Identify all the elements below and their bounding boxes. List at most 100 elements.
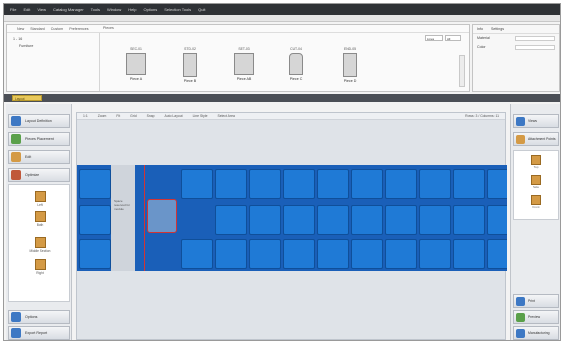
menu-edit[interactable]: Edit xyxy=(23,7,30,12)
grid-module[interactable] xyxy=(487,205,507,235)
module-item[interactable]: Right xyxy=(33,259,47,275)
menu-options[interactable]: Options xyxy=(143,7,157,12)
layout-canvas[interactable]: 1:1 Zoom Fit Grid Snap Auto Layout Line … xyxy=(76,112,507,340)
grid-module[interactable] xyxy=(249,169,281,199)
grid-module[interactable] xyxy=(487,169,507,199)
menu-file[interactable]: File xyxy=(10,7,16,12)
button-label: Export Report xyxy=(25,331,48,335)
tree-node[interactable]: Furniture xyxy=(13,44,93,48)
auto-layout-button[interactable]: Auto Layout xyxy=(165,114,183,118)
grid-module[interactable] xyxy=(453,169,485,199)
scope-dropdown[interactable]: All xyxy=(445,35,461,41)
grid-module[interactable] xyxy=(317,205,349,235)
grid-module[interactable] xyxy=(453,205,485,235)
property-field[interactable] xyxy=(515,36,555,41)
grid-module[interactable] xyxy=(283,169,315,199)
grid-module[interactable] xyxy=(215,239,247,269)
attachment-icon xyxy=(516,134,525,144)
zoom-button[interactable]: Zoom xyxy=(98,114,107,118)
menu-selection-tools[interactable]: Selection Tools xyxy=(164,7,191,12)
piece-thumbnail-icon xyxy=(126,53,146,75)
grid-module[interactable] xyxy=(453,239,485,269)
tab-info[interactable]: Info xyxy=(477,27,483,31)
grid-module[interactable] xyxy=(487,239,507,269)
active-section-tab[interactable]: Layout xyxy=(12,95,42,101)
catalog-scrollbar[interactable] xyxy=(459,55,465,87)
grid-module[interactable] xyxy=(283,239,315,269)
tab-standard[interactable]: Standard xyxy=(30,27,45,31)
select-area-button[interactable]: Select Area xyxy=(218,114,235,118)
menu-view[interactable]: View xyxy=(37,7,46,12)
grid-module[interactable] xyxy=(215,205,247,235)
tree-node[interactable]: 1 - 16 xyxy=(13,37,93,41)
grid-module[interactable] xyxy=(351,169,383,199)
view-item[interactable]: Top xyxy=(528,155,544,169)
tab-custom[interactable]: Custom xyxy=(51,27,63,31)
catalog-piece[interactable]: CUT-04 Piece C xyxy=(279,47,313,91)
piece-code: CUT-04 xyxy=(290,47,302,51)
preview-button[interactable]: Preview xyxy=(513,310,559,324)
line-style-button[interactable]: Line Style xyxy=(193,114,208,118)
selected-module[interactable] xyxy=(147,199,177,233)
button-label: Print xyxy=(528,299,535,303)
grid-module[interactable] xyxy=(215,169,247,199)
catalog-piece[interactable]: END-05 Piece D xyxy=(333,47,367,91)
grid-module[interactable] xyxy=(385,169,417,199)
optimize-button[interactable]: Optimize xyxy=(8,168,70,182)
grid-module[interactable] xyxy=(351,239,383,269)
catalog-piece[interactable]: SET-03 Piece AB xyxy=(227,47,261,91)
piece-name: Piece D xyxy=(343,79,357,83)
grid-module[interactable] xyxy=(385,239,417,269)
seating-grid[interactable]: Space reserved for module xyxy=(77,165,507,271)
module-item[interactable]: Left xyxy=(33,191,47,207)
menu-quit[interactable]: Quit xyxy=(198,7,205,12)
grid-module[interactable] xyxy=(79,239,111,269)
grid-module[interactable] xyxy=(79,205,111,235)
catalog-piece[interactable]: SEC-01 Piece A xyxy=(119,47,153,91)
module-item[interactable]: Middle Section xyxy=(25,237,55,253)
grid-module[interactable] xyxy=(79,169,111,199)
fit-button[interactable]: Fit xyxy=(116,114,120,118)
attachment-points-button[interactable]: Attachment Points xyxy=(513,132,559,146)
menu-help[interactable]: Help xyxy=(128,7,136,12)
grid-module[interactable] xyxy=(419,169,451,199)
tab-preferences[interactable]: Preferences xyxy=(69,27,88,31)
grid-module[interactable] xyxy=(249,205,281,235)
module-item[interactable]: Both xyxy=(33,211,47,227)
grid-module[interactable] xyxy=(283,205,315,235)
layout-definition-button[interactable]: Layout Definition xyxy=(8,114,70,128)
tab-settings[interactable]: Settings xyxy=(491,27,504,31)
grid-toggle[interactable]: Grid xyxy=(130,114,136,118)
grid-module[interactable] xyxy=(181,239,213,269)
tab-new[interactable]: New xyxy=(17,27,24,31)
grid-module[interactable] xyxy=(419,205,451,235)
menu-tools[interactable]: Tools xyxy=(91,7,100,12)
catalog-piece[interactable]: STD-02 Piece B xyxy=(173,47,207,91)
edit-button[interactable]: Edit xyxy=(8,150,70,164)
menu-window[interactable]: Window xyxy=(107,7,121,12)
pieces-placement-button[interactable]: Pieces Placement xyxy=(8,132,70,146)
layout-icon xyxy=(11,116,21,126)
grid-module[interactable] xyxy=(317,169,349,199)
grid-module[interactable] xyxy=(385,205,417,235)
export-report-button[interactable]: Export Report xyxy=(8,326,70,340)
view-item[interactable]: Front xyxy=(528,195,544,209)
grid-module[interactable] xyxy=(249,239,281,269)
manufacturing-button[interactable]: Manufacturing xyxy=(513,326,559,340)
grid-module[interactable] xyxy=(181,169,213,199)
grid-module[interactable] xyxy=(419,239,451,269)
menu-catalog-manager[interactable]: Catalog Manager xyxy=(53,7,84,12)
property-field[interactable] xyxy=(515,45,555,50)
button-label: Options xyxy=(25,315,38,319)
view-item[interactable]: Side xyxy=(528,175,544,189)
left-sidebar: Layout Definition Pieces Placement Edit … xyxy=(6,104,72,340)
print-button[interactable]: Print xyxy=(513,294,559,308)
options-button[interactable]: Options xyxy=(8,310,70,324)
grid-module[interactable] xyxy=(317,239,349,269)
views-button[interactable]: Views xyxy=(513,114,559,128)
grid-module[interactable] xyxy=(351,205,383,235)
filter-dropdown[interactable]: Lines xyxy=(425,35,443,41)
snap-toggle[interactable]: Snap xyxy=(147,114,155,118)
zoom-ratio[interactable]: 1:1 xyxy=(83,114,88,118)
tab-pieces[interactable]: Pieces xyxy=(103,26,114,30)
